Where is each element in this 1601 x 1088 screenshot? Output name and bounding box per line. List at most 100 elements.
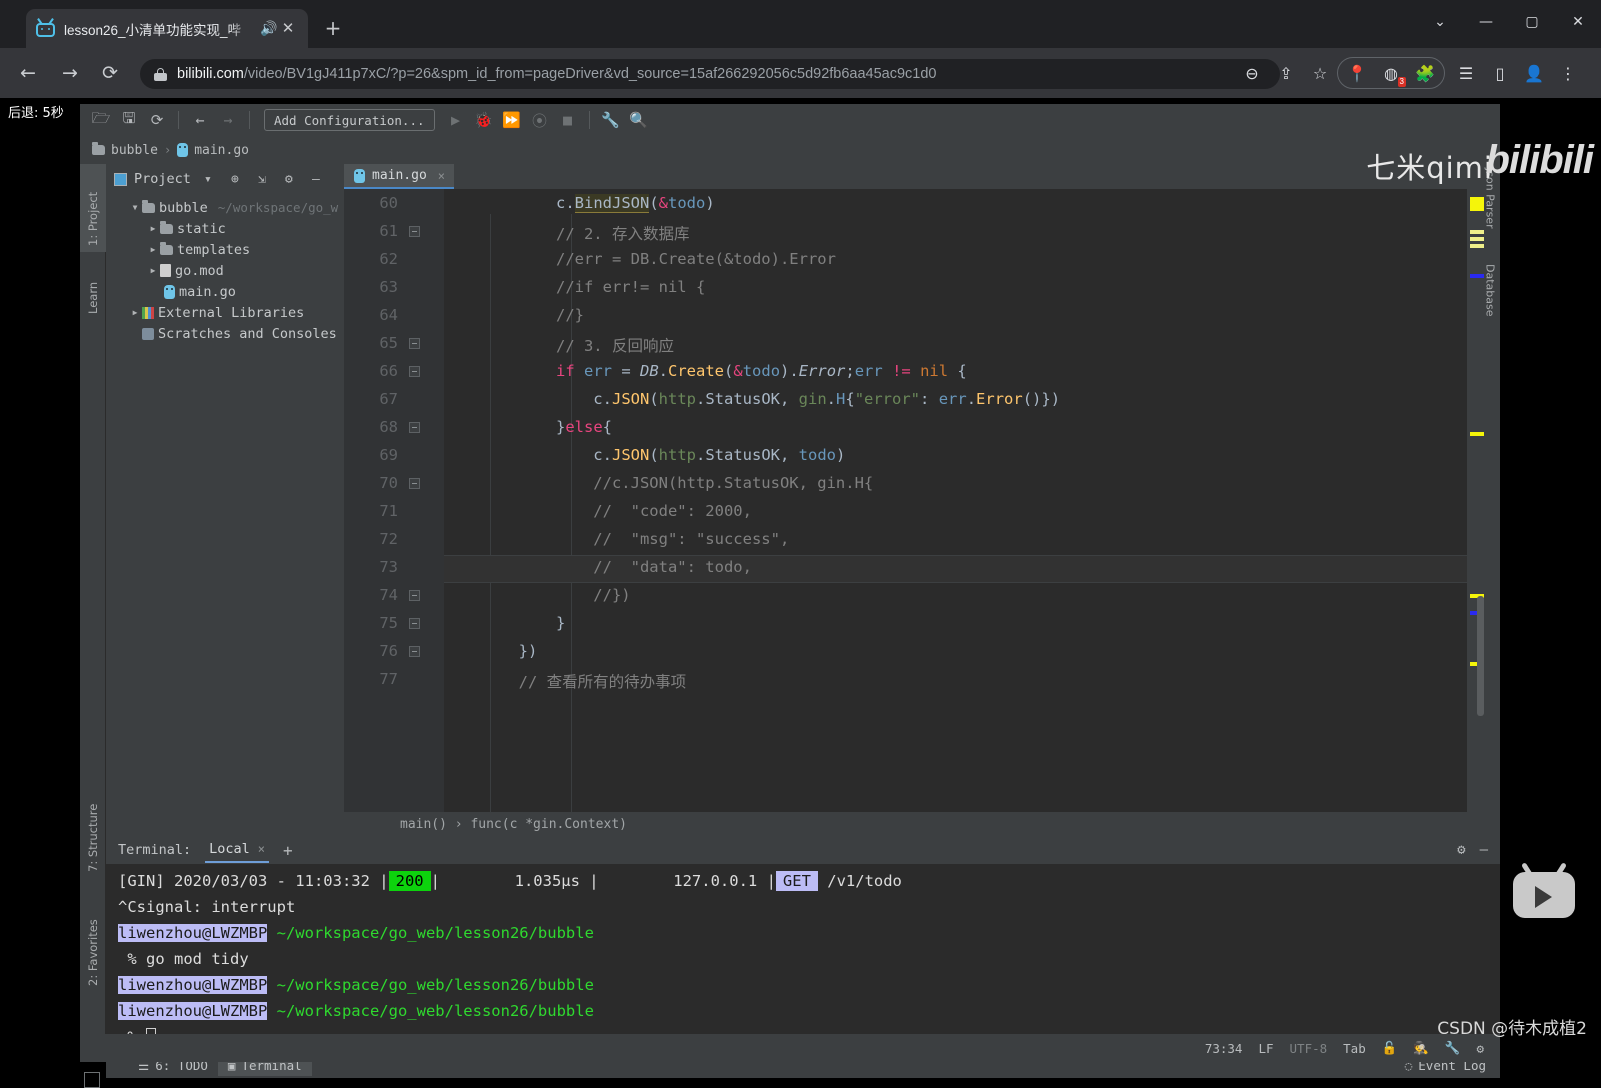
code-line[interactable]: // 2. 存入数据库 [444, 222, 690, 244]
code-line[interactable]: }else{ [444, 418, 612, 436]
code-line[interactable]: //if err!= nil { [444, 278, 705, 296]
add-configuration-button[interactable]: Add Configuration... [264, 109, 435, 131]
profile-icon[interactable]: 👤 [1517, 56, 1551, 90]
editor-code-area[interactable]: c.BindJSON(&todo) // 2. 存入数据库 //err = DB… [444, 189, 1467, 812]
chevron-right-icon[interactable]: ▶ [128, 308, 142, 317]
zoom-out-icon[interactable]: ⊖ [1235, 56, 1269, 90]
code-fold-icon[interactable] [409, 618, 420, 629]
code-fold-icon[interactable] [409, 478, 420, 489]
code-line[interactable]: // "code": 2000, [444, 502, 752, 520]
menu-icon[interactable]: ⋮ [1551, 56, 1585, 90]
address-bar[interactable]: bilibili.com/video/BV1gJ411p7xC/?p=26&sp… [140, 59, 1280, 89]
code-line[interactable]: //err = DB.Create(&todo).Error [444, 250, 836, 268]
hide-icon[interactable]: — [306, 169, 326, 189]
back-icon[interactable]: ← [12, 57, 44, 89]
gear-icon[interactable]: ⚙ [279, 169, 299, 189]
add-terminal-icon[interactable]: + [283, 841, 293, 860]
save-icon[interactable]: 🖫 [116, 108, 142, 132]
code-line[interactable]: } [444, 614, 565, 632]
maximize-icon[interactable]: ▢ [1509, 0, 1555, 44]
hide-icon[interactable]: — [1480, 842, 1488, 858]
code-fold-icon[interactable] [409, 226, 420, 237]
forward-icon[interactable]: → [54, 57, 86, 89]
code-fold-icon[interactable] [409, 590, 420, 601]
bookmark-star-icon[interactable]: ☆ [1303, 56, 1337, 90]
tree-node-maingo[interactable]: main.go [106, 281, 344, 302]
code-fold-icon[interactable] [409, 366, 420, 377]
reading-list-icon[interactable]: ☰ [1449, 56, 1483, 90]
sidebar-item-learn[interactable]: Learn [80, 254, 106, 320]
terminal-output[interactable]: [GIN] 2020/03/03 - 11:03:32 | 200 | 1.035µ… [106, 864, 1500, 1052]
inspector-icon[interactable]: 🕵 [1413, 1040, 1429, 1056]
tab-mute-icon[interactable]: 🔊 [260, 20, 278, 38]
chevron-right-icon[interactable]: ▶ [146, 266, 160, 275]
collapse-all-icon[interactable]: ⇲ [252, 169, 272, 189]
code-line[interactable]: // "msg": "success", [444, 530, 789, 548]
terminal-tab-local[interactable]: Local × [205, 838, 270, 863]
code-line[interactable]: }) [444, 642, 538, 660]
chevron-expanded-icon[interactable]: ▼ [128, 203, 142, 212]
gear-icon[interactable]: ⚙ [1457, 842, 1465, 858]
puzzle-icon[interactable]: 🧩 [1408, 56, 1442, 90]
new-tab-button[interactable]: + [320, 16, 346, 42]
code-line[interactable]: c.JSON(http.StatusOK, gin.H{"error": err… [444, 390, 1060, 408]
reload-icon[interactable]: ⟳ [94, 57, 126, 89]
profile-icon[interactable]: ⦿ [527, 108, 553, 132]
code-line[interactable]: if err = DB.Create(&todo).Error;err != n… [444, 362, 967, 380]
tree-node-external-libraries[interactable]: ▶ External Libraries [106, 302, 344, 323]
tree-node-scratches[interactable]: Scratches and Consoles [106, 323, 344, 344]
lock-open-icon[interactable]: 🔓 [1382, 1040, 1398, 1056]
code-line[interactable]: //} [444, 306, 584, 324]
open-folder-icon[interactable]: 🗁 [88, 108, 114, 132]
close-icon[interactable]: × [438, 169, 445, 183]
chevron-down-icon[interactable]: ▾ [198, 169, 218, 189]
tab-close-icon[interactable]: ✕ [278, 19, 298, 39]
sidebar-item-structure[interactable]: 7: Structure [80, 774, 106, 878]
code-line[interactable]: // "data": todo, [444, 558, 752, 576]
sync-icon[interactable]: ⟳ [144, 108, 170, 132]
code-line[interactable]: //c.JSON(http.StatusOK, gin.H{ [444, 474, 873, 492]
editor-gutter[interactable]: 60 61 62 63 64 65 66 67 68 69 70 71 72 73 74 75 76 77 [344, 189, 444, 812]
run-coverage-icon[interactable]: ⏩ [499, 108, 525, 132]
target-icon[interactable]: ⊕ [225, 169, 245, 189]
breadcrumb-folder[interactable]: bubble [111, 143, 158, 158]
tree-node-templates[interactable]: ▶ templates [106, 239, 344, 260]
code-line[interactable]: //}) [444, 586, 630, 604]
chevron-right-icon[interactable]: ▶ [146, 224, 160, 233]
code-editor[interactable]: main.go × 60 61 62 63 64 65 66 67 68 69 70 71 72 73 74… [344, 164, 1467, 812]
share-icon[interactable]: ⇪ [1269, 56, 1303, 90]
forward-arrow-icon[interactable]: → [215, 108, 241, 132]
extension-dark-icon[interactable]: ◍ 3 [1374, 56, 1408, 90]
stop-icon[interactable]: ■ [555, 108, 581, 132]
code-fold-icon[interactable] [409, 422, 420, 433]
restore-down-icon[interactable]: ⌄ [1417, 0, 1463, 44]
tree-node-bubble[interactable]: ▼ bubble ~/workspace/go_w [106, 197, 344, 218]
code-line[interactable]: // 查看所有的待办事项 [444, 670, 687, 692]
tree-node-gomod[interactable]: ▶ go.mod [106, 260, 344, 281]
browser-tab[interactable]: lesson26_小清单功能实现_哔 🔊 ✕ [26, 9, 308, 48]
back-arrow-icon[interactable]: ← [187, 108, 213, 132]
code-line[interactable]: c.JSON(http.StatusOK, todo) [444, 446, 845, 464]
pin-icon[interactable]: 📍 [1340, 56, 1374, 90]
wrench-icon[interactable]: 🔧 [598, 108, 624, 132]
close-window-icon[interactable]: ✕ [1555, 0, 1601, 44]
run-icon[interactable]: ▶ [443, 108, 469, 132]
wrench-icon[interactable]: 🔧 [1445, 1040, 1461, 1056]
breadcrumb-file[interactable]: main.go [194, 143, 249, 158]
code-fold-icon[interactable] [409, 646, 420, 657]
code-line[interactable]: // 3. 反回响应 [444, 334, 674, 356]
side-panel-icon[interactable]: ▯ [1483, 56, 1517, 90]
close-icon[interactable]: × [258, 842, 265, 856]
code-line[interactable]: c.BindJSON(&todo) [444, 194, 715, 213]
code-fold-icon[interactable] [409, 338, 420, 349]
sidebar-item-favorites[interactable]: 2: Favorites [80, 882, 106, 992]
debug-icon[interactable]: 🐞 [471, 108, 497, 132]
resize-corner-icon[interactable] [84, 1072, 100, 1088]
tree-node-static[interactable]: ▶ static [106, 218, 344, 239]
editor-tab-maingo[interactable]: main.go × [344, 164, 455, 189]
sidebar-item-project[interactable]: 1: Project [80, 164, 106, 252]
chevron-right-icon[interactable]: ▶ [146, 245, 160, 254]
minimize-icon[interactable]: — [1463, 0, 1509, 44]
video-player-canvas[interactable]: 后退: 5秒 七米qimi bilibili CSDN @待木成植2 🗁 🖫 ⟳… [0, 98, 1601, 1088]
search-icon[interactable]: 🔍 [626, 108, 652, 132]
